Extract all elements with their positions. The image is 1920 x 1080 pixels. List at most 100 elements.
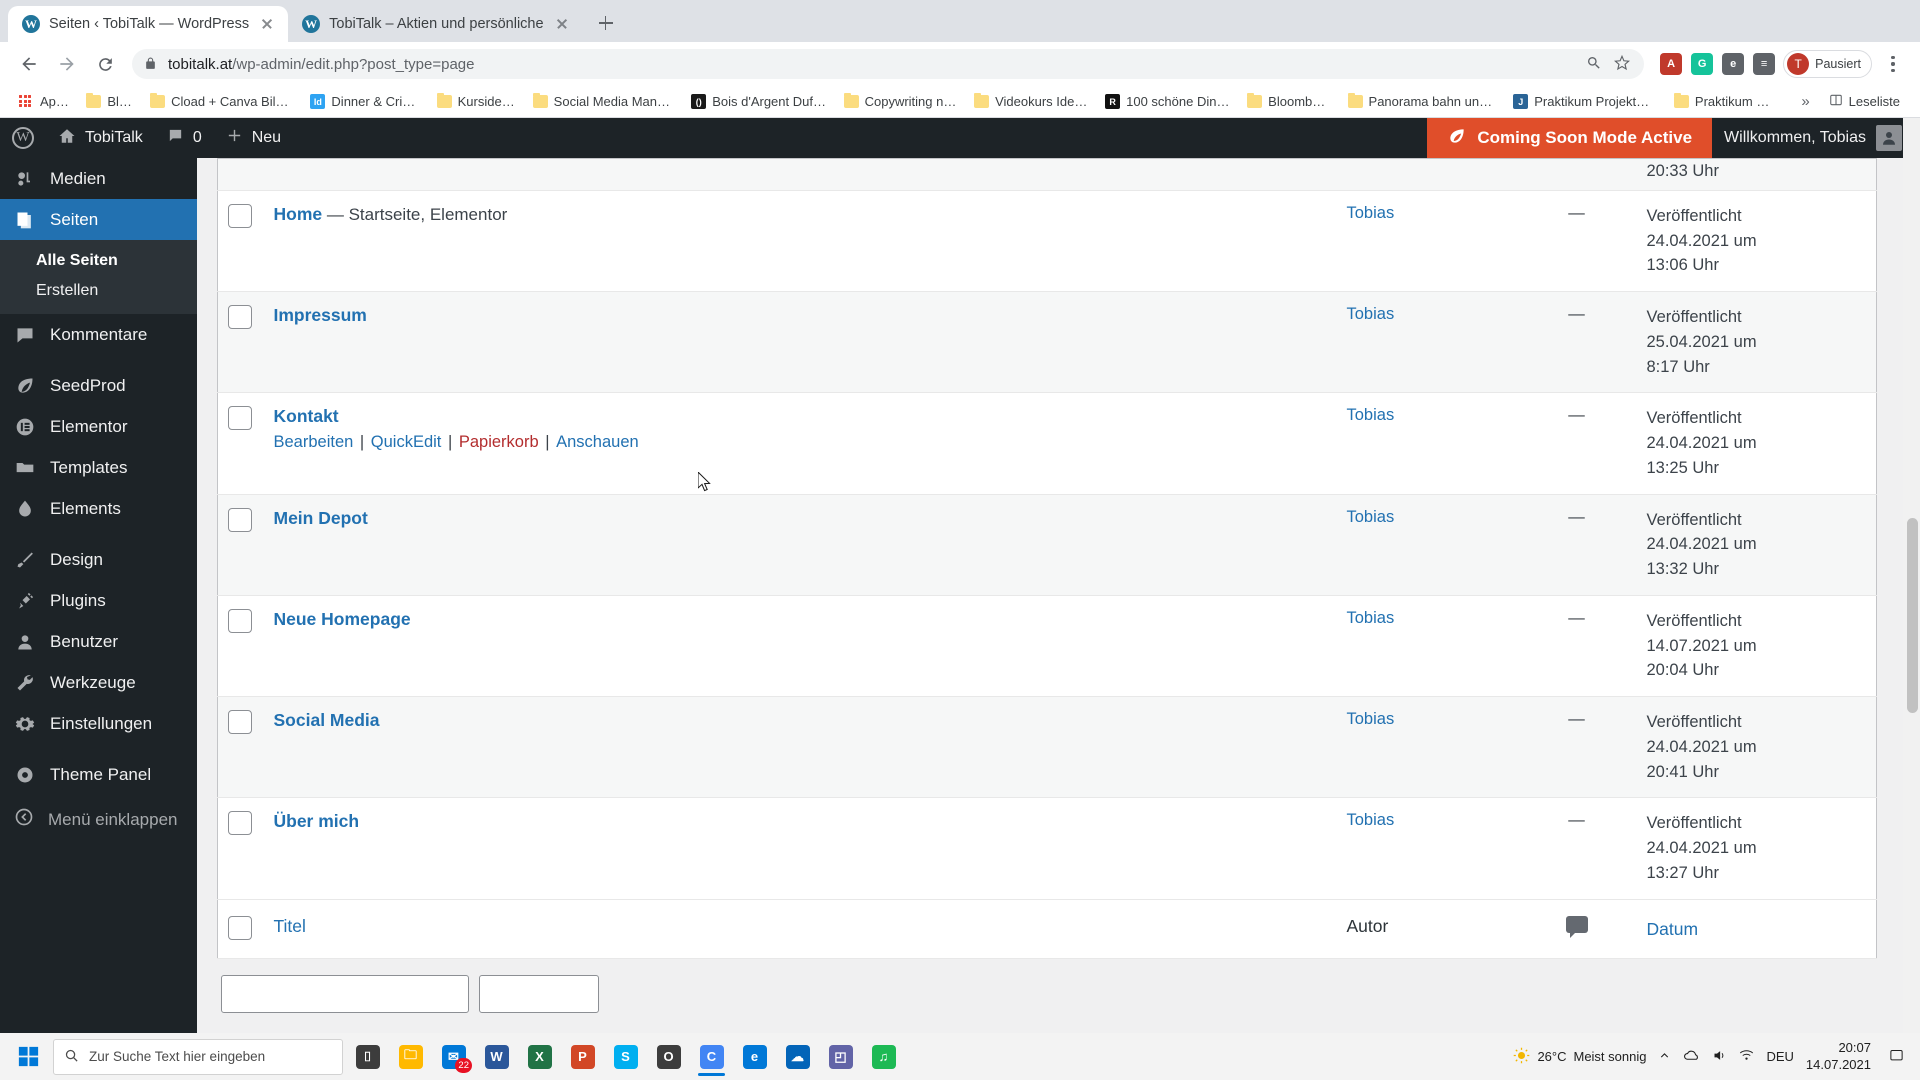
table-row[interactable]: Mein Depot Tobias — Veröffentlicht 24.04.202…	[217, 494, 1877, 596]
page-title-link[interactable]: Mein Depot	[274, 508, 368, 528]
apply-button[interactable]	[479, 974, 599, 1013]
taskbar-task-view-icon[interactable]: ⌷	[346, 1037, 389, 1077]
taskbar-mail-icon[interactable]: ✉ 22	[432, 1037, 475, 1077]
new-content-menu[interactable]: Neu	[214, 118, 293, 158]
coming-soon-badge[interactable]: Coming Soon Mode Active	[1427, 118, 1713, 158]
back-icon[interactable]	[12, 47, 46, 81]
author-link[interactable]: Tobias	[1347, 204, 1395, 222]
sidebar-item-seedprod[interactable]: SeedProd	[0, 365, 197, 406]
wp-logo-menu[interactable]: W	[0, 118, 46, 158]
extension-generic-icon[interactable]: e	[1722, 53, 1745, 75]
reading-list-button[interactable]: Leseliste	[1821, 90, 1908, 113]
bookmark-item[interactable]: Panorama bahn und...	[1341, 91, 1504, 112]
bookmark-item[interactable]: Copywriting neu	[837, 91, 965, 112]
bookmark-item[interactable]: () Bois d'Argent Duft...	[684, 91, 833, 112]
bookmark-item[interactable]: Id Dinner & Crime	[303, 91, 426, 112]
extension-grammarly-icon[interactable]: G	[1691, 53, 1714, 75]
row-checkbox[interactable]	[228, 608, 252, 633]
bookmarks-overflow-button[interactable]: »	[1793, 91, 1817, 112]
column-header-title-link[interactable]: Titel	[274, 916, 306, 936]
taskbar-skype-icon[interactable]: S	[604, 1037, 647, 1077]
column-header-date[interactable]: Datum	[1637, 899, 1877, 958]
new-tab-button[interactable]	[589, 6, 623, 40]
select-all-checkbox[interactable]	[228, 915, 252, 940]
row-checkbox[interactable]	[228, 406, 252, 431]
taskbar-search-box[interactable]: Zur Suche Text hier eingeben	[53, 1038, 343, 1075]
row-action-quickedit[interactable]: QuickEdit	[371, 433, 442, 451]
table-row[interactable]: Über mich Tobias — Veröffentlicht 24.04.2021…	[217, 798, 1877, 899]
author-link[interactable]: Tobias	[1347, 305, 1395, 323]
bulk-action-select[interactable]	[221, 974, 469, 1013]
table-row[interactable]: Impressum Tobias — Veröffentlicht 25.04.2021…	[217, 291, 1877, 393]
column-header-title[interactable]: Titel	[264, 899, 1337, 958]
taskbar-file-explorer-icon[interactable]: 🗀	[389, 1037, 432, 1077]
bookmark-item[interactable]: R 100 schöne Dinge	[1098, 91, 1237, 112]
sidebar-item-design[interactable]: Design	[0, 539, 197, 580]
taskbar-opera-gx-icon[interactable]: O	[647, 1037, 690, 1077]
bookmark-item[interactable]: Apps	[12, 91, 76, 112]
sidebar-item-benutzer[interactable]: Benutzer	[0, 621, 197, 662]
submenu-item-alle-seiten[interactable]: Alle Seiten	[0, 246, 197, 276]
row-action-view[interactable]: Anschauen	[556, 433, 639, 451]
sidebar-item-kommentare[interactable]: Kommentare	[0, 314, 197, 355]
site-name-menu[interactable]: TobiTalk	[46, 118, 155, 158]
sidebar-item-medien[interactable]: Medien	[0, 158, 197, 199]
close-icon[interactable]	[553, 15, 571, 33]
table-row[interactable]: Neue Homepage Tobias — Veröffentlicht 14.07.…	[217, 595, 1877, 697]
author-link[interactable]: Tobias	[1347, 710, 1395, 728]
reload-icon[interactable]	[88, 47, 122, 81]
page-title-link[interactable]: Kontakt	[274, 406, 339, 426]
taskbar-photos-icon[interactable]: ◰	[819, 1037, 862, 1077]
taskbar-excel-icon[interactable]: X	[518, 1037, 561, 1077]
bookmark-item[interactable]: Videokurs Ideen	[967, 91, 1095, 112]
chevron-up-icon[interactable]	[1658, 1049, 1671, 1065]
row-checkbox[interactable]	[228, 507, 252, 532]
column-header-comments[interactable]	[1517, 899, 1637, 958]
row-action-edit[interactable]: Bearbeiten	[274, 433, 354, 451]
column-header-date-link[interactable]: Datum	[1647, 919, 1699, 939]
close-icon[interactable]	[258, 15, 276, 33]
clock[interactable]: 20:07 14.07.2021	[1806, 1040, 1877, 1073]
comments-menu[interactable]: 0	[155, 118, 214, 158]
extension-adblock-icon[interactable]: A	[1660, 53, 1683, 75]
sidebar-item-elementor[interactable]: Elementor	[0, 406, 197, 447]
page-title-link[interactable]: Social Media	[274, 710, 380, 730]
speaker-icon[interactable]	[1712, 1048, 1727, 1066]
sidebar-item-templates[interactable]: Templates	[0, 447, 197, 488]
profile-button[interactable]: T Pausiert	[1783, 50, 1872, 78]
bookmark-item[interactable]: Kursideen	[430, 91, 523, 112]
language-indicator[interactable]: DEU	[1766, 1049, 1793, 1064]
search-icon[interactable]	[1586, 55, 1604, 73]
onedrive-icon[interactable]	[1683, 1048, 1700, 1065]
row-checkbox[interactable]	[228, 710, 252, 734]
bookmark-item[interactable]: Blog	[79, 91, 140, 112]
row-checkbox[interactable]	[228, 811, 252, 836]
sidebar-item-theme-panel[interactable]: Theme Panel	[0, 754, 197, 795]
network-icon[interactable]	[1739, 1048, 1754, 1066]
extension-list-icon[interactable]: ≡	[1753, 53, 1776, 75]
sidebar-item-seiten[interactable]: Seiten	[0, 199, 197, 240]
author-link[interactable]: Tobias	[1347, 609, 1395, 627]
row-checkbox[interactable]	[228, 203, 252, 228]
sidebar-item-plugins[interactable]: Plugins	[0, 580, 197, 621]
bookmark-item[interactable]: Social Media Mana...	[526, 91, 682, 112]
bookmark-item[interactable]: Cload + Canva Bilder	[143, 91, 300, 112]
browser-tab-active[interactable]: W Seiten ‹ TobiTalk — WordPress	[8, 6, 289, 42]
windows-start-icon[interactable]	[6, 1037, 50, 1077]
table-row[interactable]: Social Media Tobias — Veröffentlicht 24.04.2…	[217, 696, 1877, 798]
bookmark-star-icon[interactable]	[1614, 54, 1632, 73]
sidebar-item-elements[interactable]: Elements	[0, 488, 197, 529]
sidebar-item-werkzeuge[interactable]: Werkzeuge	[0, 662, 197, 703]
table-row[interactable]: Home — Startseite, Elementor Tobias — Veröf…	[217, 190, 1877, 292]
bookmark-item[interactable]: J Praktikum Projektm...	[1506, 91, 1664, 112]
bookmark-item[interactable]: Bloomberg	[1240, 91, 1337, 112]
author-link[interactable]: Tobias	[1347, 811, 1395, 829]
page-title-link[interactable]: Über mich	[274, 811, 360, 831]
taskbar-chrome-active-icon[interactable]: C	[690, 1037, 733, 1077]
scrollbar-thumb[interactable]	[1907, 518, 1918, 713]
author-link[interactable]: Tobias	[1347, 406, 1395, 424]
page-title-link[interactable]: Neue Homepage	[274, 609, 411, 629]
browser-tab-inactive[interactable]: W TobiTalk – Aktien und persönliche	[288, 6, 583, 42]
row-checkbox[interactable]	[228, 305, 252, 329]
page-scrollbar[interactable]	[1903, 118, 1920, 1033]
